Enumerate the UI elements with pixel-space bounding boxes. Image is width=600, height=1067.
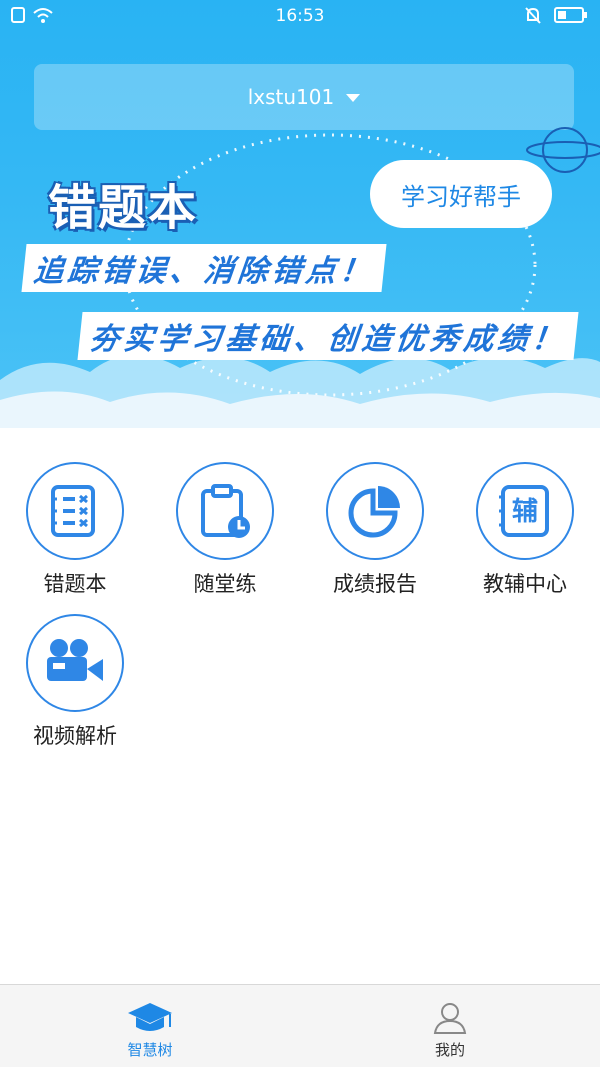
- nav-item-home[interactable]: 智慧树: [0, 985, 300, 1067]
- notebook-fu-icon: 辅: [499, 485, 549, 537]
- banner-title: 错题本: [48, 180, 199, 236]
- menu-item-score-report[interactable]: 成绩报告: [300, 462, 450, 598]
- nav-item-me[interactable]: 我的: [300, 985, 600, 1067]
- user-icon: [433, 1003, 467, 1034]
- banner-bubble: 学习好帮手: [370, 160, 552, 228]
- clipboard-clock-icon: [201, 484, 250, 538]
- menu-item-label: 随堂练: [193, 572, 257, 596]
- menu-item-label: 错题本: [43, 572, 107, 596]
- graduation-cap-icon: [128, 1003, 172, 1031]
- bottom-nav: 智慧树 我的: [0, 984, 600, 1067]
- checklist-icon: [51, 485, 95, 537]
- menu-item-video-analysis[interactable]: 视频解析: [0, 614, 150, 750]
- banner-slogan-2: 夯实学习基础、创造优秀成绩！: [77, 312, 579, 360]
- menu-item-circle[interactable]: 辅: [476, 462, 574, 560]
- menu-item-circle[interactable]: [26, 462, 124, 560]
- menu-item-circle[interactable]: [26, 614, 124, 712]
- menu-item-label: 教辅中心: [483, 572, 567, 596]
- menu-item-class-practice[interactable]: 随堂练: [150, 462, 300, 598]
- menu-item-tutoring-center[interactable]: 辅 教辅中心: [450, 462, 600, 598]
- menu-item-label: 成绩报告: [333, 572, 417, 596]
- notebook-badge-text: 辅: [512, 497, 538, 527]
- menu-item-circle[interactable]: [176, 462, 274, 560]
- menu-item-circle[interactable]: [326, 462, 424, 560]
- video-camera-icon: [47, 639, 103, 681]
- pie-chart-icon: [348, 486, 400, 538]
- banner[interactable]: 16:53 lxstu101 错题本 学习好帮手 追踪错误、消除错点！ 夯实学习…: [0, 0, 600, 428]
- nav-label-home: 智慧树: [127, 1041, 173, 1059]
- nav-label-me: 我的: [434, 1041, 465, 1059]
- banner-slogan-1: 追踪错误、消除错点！: [21, 244, 387, 292]
- menu-item-label: 视频解析: [33, 724, 117, 748]
- menu-item-wrong-book[interactable]: 错题本: [0, 462, 150, 598]
